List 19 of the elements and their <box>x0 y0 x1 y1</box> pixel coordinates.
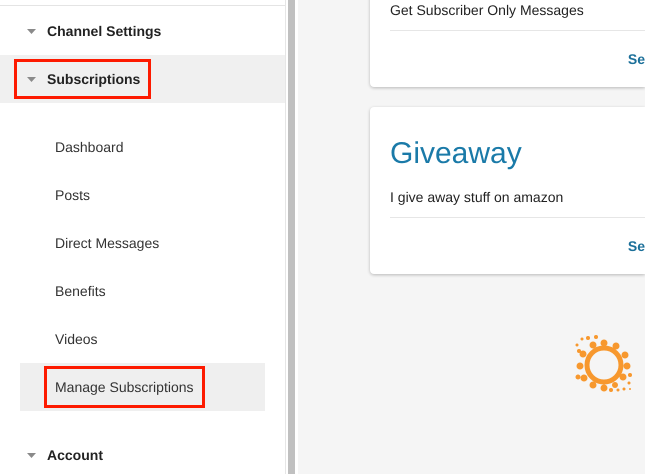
sidebar-section[interactable]: Subscriptions <box>14 59 152 99</box>
caret-icon <box>27 76 36 82</box>
caret-icon <box>27 28 36 34</box>
sidebar-section[interactable]: Channel Settings <box>14 11 172 51</box>
sidebar-item[interactable]: Benefits <box>44 270 117 312</box>
sidebar-section[interactable]: Account <box>14 435 114 474</box>
card-link[interactable]: Se <box>628 51 645 67</box>
sidebar-item[interactable]: Direct Messages <box>44 222 170 264</box>
card-link[interactable]: Se <box>628 238 645 254</box>
sidebar-item[interactable]: Dashboard <box>44 126 134 168</box>
card-description: Get Subscriber Only Messages <box>390 1 585 20</box>
sidebar-item[interactable]: Videos <box>44 318 109 360</box>
scrollbar[interactable] <box>285 0 298 474</box>
sidebar-item[interactable]: Manage Subscriptions <box>44 366 205 408</box>
sidebar-item[interactable]: Posts <box>44 174 102 216</box>
card-description: I give away stuff on amazon <box>390 189 564 207</box>
logo-icon <box>574 335 632 393</box>
card-title: Giveaway <box>390 137 523 171</box>
caret-icon <box>27 452 36 458</box>
